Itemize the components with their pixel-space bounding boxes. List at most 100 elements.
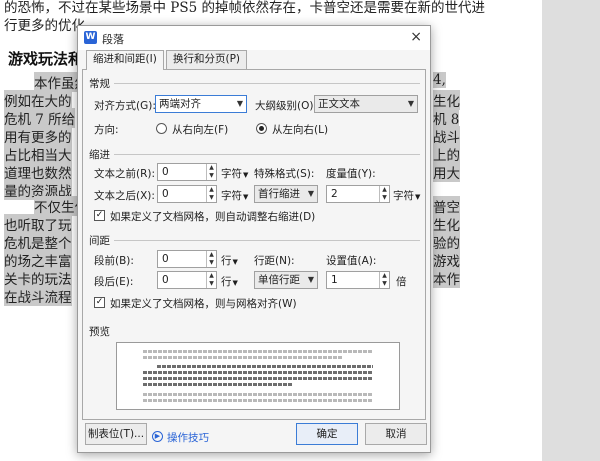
doc-line: 占比相当大 [4, 144, 72, 164]
measure-input[interactable]: 2 ▲ ▼ [326, 185, 390, 203]
doc-line: 在战斗流程 [4, 286, 72, 306]
spin-down-icon[interactable]: ▼ [380, 194, 389, 202]
doc-line: 也听取了玩 [4, 214, 72, 234]
indent-before-unit[interactable]: 字符▼ [221, 166, 248, 181]
indent-before-input[interactable]: 0 ▲ ▼ [157, 163, 217, 181]
indent-after-value: 0 [162, 188, 169, 200]
set-value-input[interactable]: 1 ▲ ▼ [326, 271, 390, 289]
spin-up-icon[interactable]: ▲ [207, 186, 216, 194]
section-indent: 缩进 [89, 149, 110, 161]
special-format-value: 首行缩进 [258, 188, 300, 200]
preview-line [143, 356, 343, 359]
preview-line [143, 371, 373, 374]
measure-label: 度量值(Y): [326, 168, 376, 180]
ltr-radio[interactable] [256, 123, 267, 134]
outline-value: 正文文本 [318, 98, 360, 110]
doc-line: 例如在大的 [4, 90, 72, 110]
direction-label: 方向: [94, 124, 119, 136]
outline-select[interactable]: 正文文本 ▼ [314, 95, 418, 113]
tab-stops-button[interactable]: 制表位(T)... [85, 423, 147, 445]
doc-line: 上的 [433, 144, 460, 164]
set-value-unit: 倍 [396, 276, 407, 288]
space-after-label: 段后(E): [94, 276, 134, 288]
measure-value: 2 [331, 188, 338, 200]
doc-line: 机 8 [433, 108, 460, 128]
measure-unit[interactable]: 字符▼ [393, 188, 420, 203]
ltr-label: 从左向右(L) [272, 124, 329, 136]
line-spacing-label: 行距(N): [254, 255, 295, 267]
spin-up-icon[interactable]: ▲ [207, 272, 216, 280]
ok-button[interactable]: 确定 [296, 423, 358, 445]
indent-after-input[interactable]: 0 ▲ ▼ [157, 185, 217, 203]
space-before-value: 0 [162, 253, 169, 265]
section-preview: 预览 [89, 326, 110, 338]
preview-line [143, 377, 373, 380]
spin-down-icon[interactable]: ▼ [207, 259, 216, 267]
space-before-input[interactable]: 0 ▲ ▼ [157, 250, 217, 268]
space-after-unit[interactable]: 行▼ [221, 274, 238, 289]
dialog-title: 段落 [102, 33, 124, 46]
divider [114, 83, 420, 84]
doc-line: 关卡的玩法 [4, 268, 72, 288]
outline-label: 大纲级别(O): [255, 100, 317, 112]
spin-up-icon[interactable]: ▲ [380, 272, 389, 280]
rtl-radio[interactable] [156, 123, 167, 134]
line-spacing-value: 单倍行距 [258, 274, 300, 286]
dropdown-arrow-icon: ▼ [307, 189, 314, 198]
tab-line-page-breaks[interactable]: 换行和分页(P) [166, 50, 248, 69]
doc-line: 用有更多的 [4, 126, 72, 146]
spin-down-icon[interactable]: ▼ [207, 172, 216, 180]
caret-down-icon: ▼ [232, 279, 238, 287]
line-spacing-select[interactable]: 单倍行距 ▼ [254, 271, 318, 289]
preview-line [143, 399, 373, 402]
doc-line: 道理也数然 [4, 162, 72, 182]
cancel-button[interactable]: 取消 [365, 423, 427, 445]
spin-down-icon[interactable]: ▼ [207, 194, 216, 202]
dropdown-arrow-icon: ▼ [407, 99, 414, 108]
doc-line: 用大 [433, 162, 460, 182]
align-select[interactable]: 两端对齐 ▼ [155, 95, 247, 113]
divider [114, 154, 420, 155]
doc-line: 游戏 [433, 250, 460, 270]
doc-line: 行更多的优化 [4, 18, 85, 34]
align-label: 对齐方式(G): [94, 100, 156, 112]
rtl-label: 从右向左(F) [172, 124, 229, 136]
play-icon[interactable]: ▶ [152, 431, 163, 442]
section-spacing: 间距 [89, 235, 110, 247]
section-general: 常规 [89, 78, 110, 90]
page-gutter [542, 0, 600, 461]
doc-line: 生化 [433, 214, 460, 234]
doc-line: 的场之丰富 [4, 250, 72, 270]
tab-indent-spacing[interactable]: 缩进和间距(I) [86, 50, 164, 70]
spin-down-icon[interactable]: ▼ [380, 280, 389, 288]
set-value-label: 设置值(A): [326, 255, 377, 267]
doc-line: 生化 [433, 90, 460, 110]
spin-up-icon[interactable]: ▲ [380, 186, 389, 194]
tips-link[interactable]: 操作技巧 [167, 430, 209, 445]
snap-to-grid-checkbox[interactable]: ✓ [94, 297, 105, 308]
preview-line [143, 383, 293, 386]
space-after-input[interactable]: 0 ▲ ▼ [157, 271, 217, 289]
dialog-titlebar[interactable]: W 段落 × [78, 26, 430, 50]
set-value: 1 [331, 274, 338, 286]
snap-to-grid-label: 如果定义了文档网格，则与网格对齐(W) [110, 298, 297, 310]
auto-right-indent-label: 如果定义了文档网格，则自动调整右缩进(D) [110, 211, 316, 223]
spin-down-icon[interactable]: ▼ [207, 280, 216, 288]
space-before-unit[interactable]: 行▼ [221, 253, 238, 268]
dropdown-arrow-icon: ▼ [236, 99, 243, 108]
preview-line [143, 393, 373, 396]
space-after-value: 0 [162, 274, 169, 286]
paragraph-dialog: W 段落 × 缩进和间距(I) 换行和分页(P) 常规 对齐方式(G): 两端对… [77, 25, 431, 453]
dropdown-arrow-icon: ▼ [307, 275, 314, 284]
spin-up-icon[interactable]: ▲ [207, 251, 216, 259]
close-icon[interactable]: × [410, 29, 422, 45]
caret-down-icon: ▼ [243, 193, 249, 201]
space-before-label: 段前(B): [94, 255, 134, 267]
spin-up-icon[interactable]: ▲ [207, 164, 216, 172]
special-format-select[interactable]: 首行缩进 ▼ [254, 185, 318, 203]
doc-line: 4, [433, 72, 446, 88]
indent-before-value: 0 [162, 166, 169, 178]
indent-after-unit[interactable]: 字符▼ [221, 188, 248, 203]
doc-line: 普空 [433, 196, 460, 216]
auto-right-indent-checkbox[interactable]: ✓ [94, 210, 105, 221]
